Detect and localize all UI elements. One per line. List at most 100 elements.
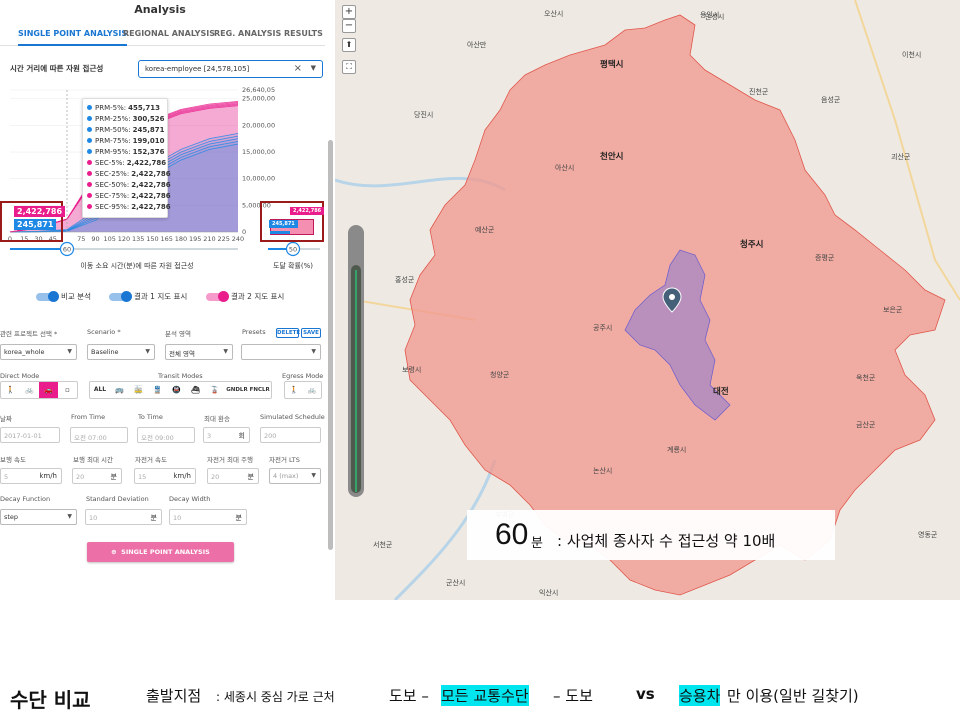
- time-slider-indicator: [355, 270, 357, 492]
- subway-icon[interactable]: 🚇: [167, 382, 186, 398]
- single-point-analysis-button[interactable]: ⊕ SINGLE POINT ANALYSIS: [87, 542, 234, 562]
- scenario-select[interactable]: Baseline ▼: [87, 344, 155, 360]
- map-place-label: 군산시: [446, 579, 466, 587]
- bike-lts-select[interactable]: 4 (max) ▼: [269, 468, 321, 484]
- tooltip-row: SEC-95%: 2,422,786: [87, 203, 171, 213]
- map-view[interactable]: 평택시천안시청주시대전공주시논산시아산시당진시예산군보령시부여군서천군군산시익산…: [335, 0, 960, 600]
- ferry-icon[interactable]: ⛴: [186, 382, 205, 398]
- panel-title: Analysis: [134, 3, 186, 16]
- x-tick-label: 180: [175, 235, 187, 243]
- tab-single-point-analysis[interactable]: SINGLE POINT ANALYSIS: [18, 24, 128, 46]
- x-axis-title: 이동 소요 시간(분)에 따른 자원 접근성: [80, 261, 193, 270]
- project-label: 관련 프로젝트 선택 *: [0, 330, 58, 338]
- std-dev-value: 10: [89, 514, 98, 522]
- origin-label: 출발지점: [146, 687, 202, 705]
- map-place-label: 금산군: [856, 421, 876, 429]
- bus-icon[interactable]: 🚌: [110, 382, 129, 398]
- project-select[interactable]: korea_whole ▼: [0, 344, 77, 360]
- tooltip-row: SEC-50%: 2,422,786: [87, 181, 171, 191]
- bike-max-input[interactable]: 20 분: [207, 468, 259, 484]
- map-place-label: 홍성군: [395, 276, 415, 284]
- presets-select[interactable]: ▼: [241, 344, 321, 360]
- x-tick-label: 225: [218, 235, 230, 243]
- bike-speed-input[interactable]: 15 km/h: [134, 468, 196, 484]
- save-button[interactable]: SAVE: [301, 328, 321, 338]
- chevron-down-icon: ▼: [223, 348, 228, 355]
- area-label: 분석 영역: [165, 330, 191, 338]
- transit-all-button[interactable]: ALL: [90, 382, 110, 398]
- presets-label: Presets: [242, 328, 266, 336]
- walk-max-unit: 분: [110, 473, 117, 481]
- bike-lts-label: 자전거 LTS: [269, 456, 300, 464]
- bike-mode-icon[interactable]: 🚲: [20, 382, 39, 398]
- direct-mode-group: 🚶 🚲 🚗 ▫: [0, 381, 78, 399]
- bike-speed-unit: km/h: [173, 472, 191, 480]
- bike-speed-value: 15: [138, 473, 147, 481]
- cable-car-icon[interactable]: 🚡: [205, 382, 224, 398]
- panel-scrollbar[interactable]: [328, 140, 333, 550]
- series-dot-icon: [87, 138, 92, 143]
- tab-reg-analysis-results[interactable]: REG. ANALYSIS RESULTS: [214, 24, 323, 46]
- date-value: 2017-01-01: [4, 432, 42, 440]
- chevron-down-icon[interactable]: ▼: [311, 64, 316, 72]
- transit-mode-group: ALL 🚌 🚋 🚆 🚇 ⛴ 🚡 GNDLR FNCLR: [89, 381, 272, 399]
- car-mode-icon[interactable]: 🚗: [39, 382, 58, 398]
- compass-icon[interactable]: ⬆: [342, 38, 356, 52]
- tram-icon[interactable]: 🚋: [129, 382, 148, 398]
- date-input[interactable]: 2017-01-01: [0, 427, 60, 443]
- rail-icon[interactable]: 🚆: [148, 382, 167, 398]
- series-dot-icon: [87, 204, 92, 209]
- max-transfers-input[interactable]: 3회: [203, 427, 250, 443]
- y-tick-label: 26,640,05: [242, 86, 275, 94]
- zoom-in-button[interactable]: +: [342, 5, 356, 19]
- tooltip-series-value: 2,422,786: [131, 181, 171, 189]
- dataset-select[interactable]: korea-employee [24,578,105] × ▼: [138, 60, 323, 78]
- tooltip-row: PRM-75%: 199,010: [87, 137, 164, 147]
- decay-width-input[interactable]: 10 분: [169, 509, 247, 525]
- tooltip-series-name: SEC-25%:: [95, 170, 130, 178]
- from-time-input[interactable]: 오전 07:00: [70, 427, 128, 443]
- fullscreen-icon[interactable]: ⛶: [342, 60, 356, 74]
- clear-icon[interactable]: ×: [294, 63, 302, 74]
- delete-button[interactable]: DELETE: [276, 328, 300, 338]
- map-place-label: 청양군: [490, 371, 510, 379]
- walk-mode-icon[interactable]: 🚶: [1, 382, 20, 398]
- map-place-label: 당진시: [414, 111, 434, 119]
- area-value: 전체 영역: [169, 350, 195, 358]
- tooltip-row: SEC-75%: 2,422,786: [87, 192, 171, 202]
- zoom-out-button[interactable]: −: [342, 19, 356, 33]
- to-time-value: 오전 09:00: [141, 434, 174, 442]
- max-transfers-label: 최대 환승: [204, 415, 230, 423]
- std-dev-input[interactable]: 10 분: [85, 509, 162, 525]
- time-slider[interactable]: [348, 225, 364, 497]
- map-place-label: 증평군: [815, 254, 835, 262]
- map-place-label: 대전: [713, 387, 729, 397]
- egress-walk-icon[interactable]: 🚶: [285, 382, 303, 398]
- side-prm-value: 245,871: [269, 220, 298, 228]
- std-dev-unit: 분: [150, 514, 157, 522]
- map-place-label: 평택시: [600, 60, 624, 70]
- decay-function-value: step: [4, 513, 19, 521]
- x-tick-label: 150: [146, 235, 158, 243]
- map-place-label: 괴산군: [891, 153, 911, 161]
- side-axis-title: 도달 확률(%): [273, 261, 313, 270]
- chevron-down-icon: ▼: [311, 348, 316, 355]
- tooltip-series-value: 2,422,786: [126, 159, 167, 167]
- sim-schedule-input[interactable]: 200: [260, 427, 321, 443]
- chevron-down-icon: ▼: [311, 472, 316, 479]
- tooltip-row: PRM-5%: 455,713: [87, 104, 160, 114]
- x-tick-label: 135: [132, 235, 144, 243]
- decay-function-select[interactable]: step ▼: [0, 509, 77, 525]
- scooter-mode-icon[interactable]: ▫: [58, 382, 77, 398]
- bike-lts-value: 4 (max): [273, 472, 299, 480]
- walk-speed-input[interactable]: 5 km/h: [0, 468, 62, 484]
- toggle-label: 결과 1 지도 표시: [134, 292, 188, 301]
- tooltip-series-name: PRM-25%:: [95, 115, 131, 123]
- gondola-funicular-button[interactable]: GNDLR FNCLR: [224, 382, 272, 398]
- walk-max-input[interactable]: 20 분: [72, 468, 122, 484]
- tab-regional-analysis[interactable]: REGIONAL ANALYSIS: [123, 24, 215, 46]
- to-time-input[interactable]: 오전 09:00: [137, 427, 195, 443]
- decay-width-value: 10: [173, 514, 182, 522]
- egress-bike-icon[interactable]: 🚲: [303, 382, 321, 398]
- area-select[interactable]: 전체 영역 ▼: [165, 344, 233, 360]
